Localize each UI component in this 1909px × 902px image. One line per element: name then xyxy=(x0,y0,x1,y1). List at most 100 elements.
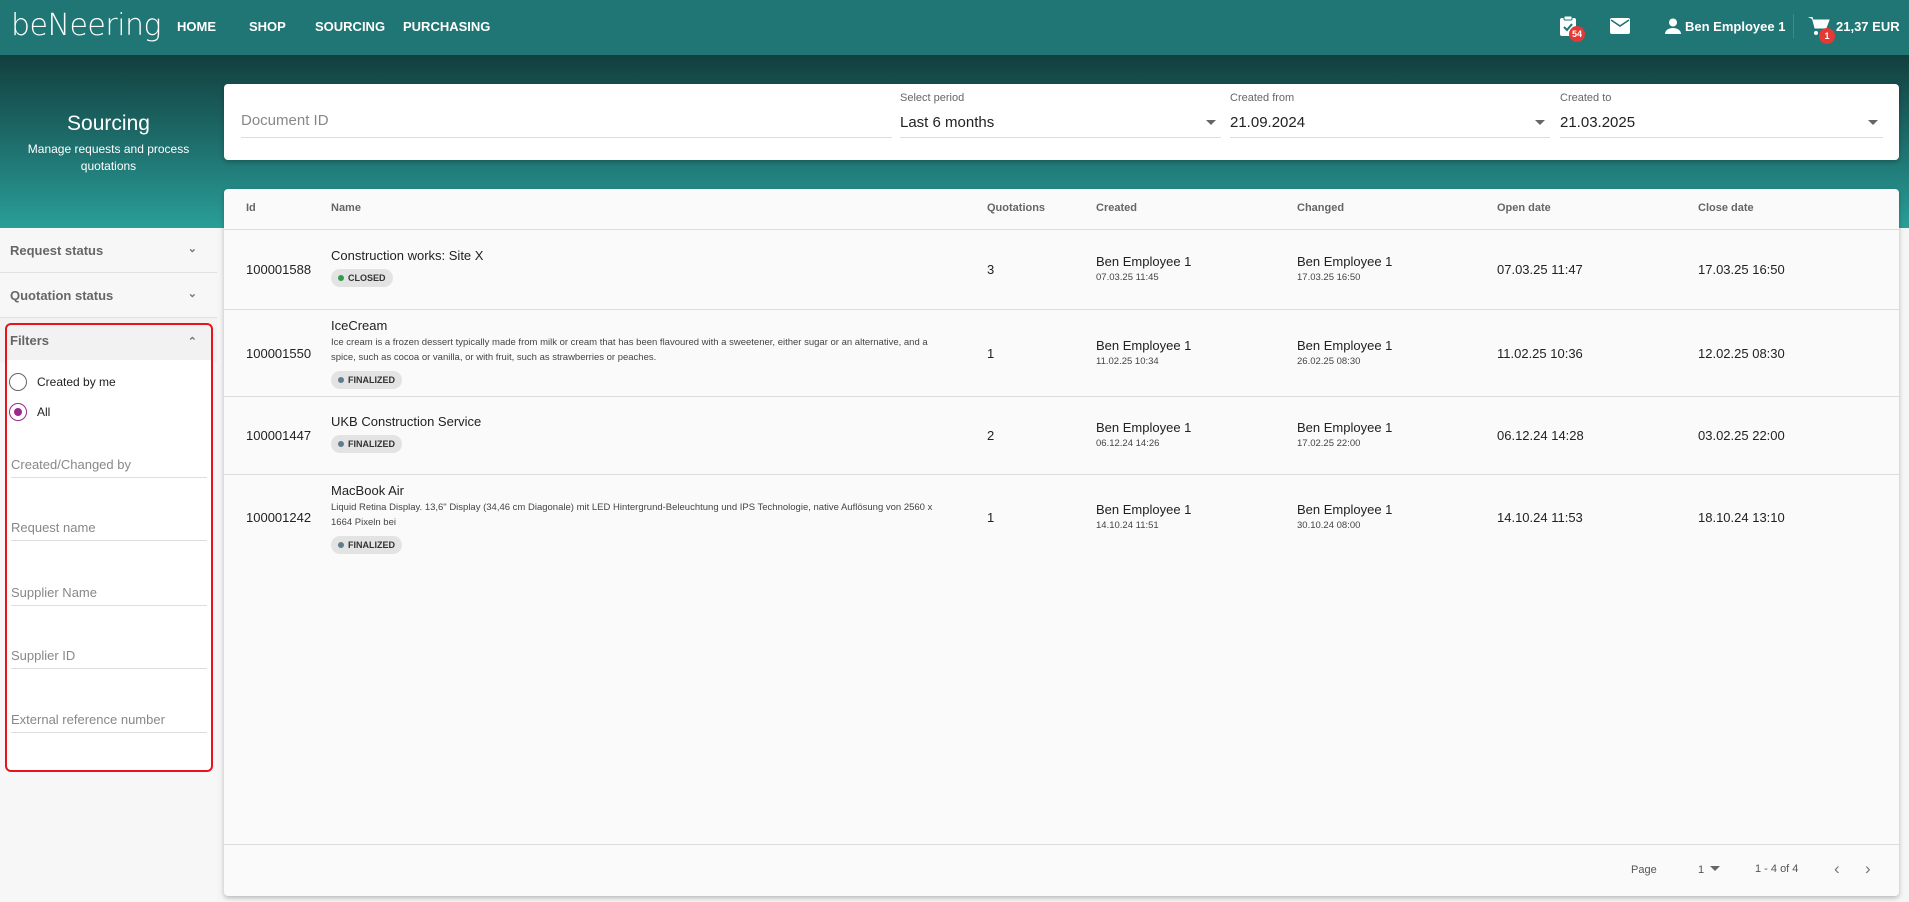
divider xyxy=(1793,14,1794,38)
request-status-accordion[interactable]: Request status ⌄ xyxy=(0,228,217,273)
created-to-value: 21.03.2025 xyxy=(1560,114,1636,131)
table-row[interactable]: 100001588 Construction works: Site X CLO… xyxy=(224,229,1899,309)
tasks-clipboard-icon[interactable]: 54 xyxy=(1557,15,1585,42)
search-card: Document ID Select period Last 6 months … xyxy=(224,84,1899,160)
created-by: Ben Employee 1 xyxy=(1096,420,1192,435)
status-badge: CLOSED xyxy=(331,269,393,287)
status-badge: FINALIZED xyxy=(331,371,402,389)
row-close-date: 03.02.25 22:00 xyxy=(1698,428,1785,443)
caret-down-icon xyxy=(1206,120,1216,125)
page-subtitle: Manage requests and process quotations xyxy=(27,142,190,173)
status-dot-icon xyxy=(338,441,344,447)
row-name-cell: MacBook Air Liquid Retina Display. 13,6"… xyxy=(331,483,941,554)
changed-by: Ben Employee 1 xyxy=(1297,254,1393,269)
created-at: 07.03.25 11:45 xyxy=(1096,272,1159,283)
table-row[interactable]: 100001242 MacBook Air Liquid Retina Disp… xyxy=(224,474,1899,559)
chevron-down-icon: ⌄ xyxy=(187,288,197,300)
logo[interactable]: beNeering xyxy=(11,8,162,43)
row-id[interactable]: 100001447 xyxy=(246,428,311,443)
row-open-date: 14.10.24 11:53 xyxy=(1497,509,1583,525)
status-dot-icon xyxy=(338,542,344,548)
col-open-date[interactable]: Open date xyxy=(1497,202,1551,214)
status-badge: FINALIZED xyxy=(331,536,402,554)
row-name[interactable]: UKB Construction Service xyxy=(331,414,481,429)
row-quotations: 1 xyxy=(987,345,995,361)
col-quotations[interactable]: Quotations xyxy=(987,202,1045,214)
next-page-icon[interactable]: › xyxy=(1865,859,1871,879)
row-description: Ice cream is a frozen dessert typically … xyxy=(331,337,928,363)
user-icon[interactable] xyxy=(1662,15,1684,37)
nav-sourcing[interactable]: SOURCING xyxy=(315,19,385,34)
created-at: 06.12.24 14:26 xyxy=(1096,438,1160,449)
changed-at: 26.02.25 08:30 xyxy=(1297,355,1361,367)
row-name-cell: Construction works: Site X CLOSED xyxy=(331,248,483,287)
changed-at: 17.03.25 16:50 xyxy=(1297,272,1361,283)
col-id[interactable]: Id xyxy=(246,202,256,214)
row-changed: Ben Employee 1 30.10.24 08:00 xyxy=(1297,502,1392,531)
row-id[interactable]: 100001242 xyxy=(246,510,311,525)
created-to-label: Created to xyxy=(1560,92,1612,104)
row-id[interactable]: 100001588 xyxy=(246,262,311,277)
quotation-status-accordion[interactable]: Quotation status ⌄ xyxy=(0,273,217,318)
status-dot-icon xyxy=(338,275,344,281)
row-quotations: 2 xyxy=(987,428,995,443)
divider xyxy=(224,844,1899,845)
page-select[interactable]: 1 xyxy=(1698,864,1721,876)
cart-total[interactable]: 21,37 EUR xyxy=(1836,19,1900,34)
changed-by: Ben Employee 1 xyxy=(1297,337,1393,353)
caret-down-icon xyxy=(1535,120,1545,125)
row-changed: Ben Employee 1 17.03.25 16:50 xyxy=(1297,254,1392,283)
status-text: FINALIZED xyxy=(348,439,395,449)
chevron-down-icon: ⌄ xyxy=(187,243,197,255)
row-name[interactable]: Construction works: Site X xyxy=(331,248,483,263)
mail-icon[interactable] xyxy=(1609,15,1631,37)
top-bar: beNeering HOME SHOP SOURCING PURCHASING … xyxy=(0,0,1909,55)
col-changed[interactable]: Changed xyxy=(1297,202,1344,214)
row-name[interactable]: MacBook Air xyxy=(331,483,941,498)
user-name[interactable]: Ben Employee 1 xyxy=(1685,19,1785,34)
changed-by: Ben Employee 1 xyxy=(1297,501,1393,517)
page-value: 1 xyxy=(1698,864,1705,876)
row-changed: Ben Employee 1 26.02.25 08:30 xyxy=(1297,338,1392,367)
row-open-date: 11.02.25 10:36 xyxy=(1497,345,1583,361)
row-quotations: 1 xyxy=(987,509,995,525)
highlight-box xyxy=(5,323,213,772)
period-value: Last 6 months xyxy=(900,114,995,131)
created-from-select[interactable]: Created from 21.09.2024 xyxy=(1230,92,1550,138)
row-name-cell: UKB Construction Service FINALIZED xyxy=(331,414,481,453)
row-created: Ben Employee 1 11.02.25 10:34 xyxy=(1096,338,1191,367)
row-created: Ben Employee 1 06.12.24 14:26 xyxy=(1096,420,1191,449)
document-id-placeholder: Document ID xyxy=(241,112,329,129)
created-from-value: 21.09.2024 xyxy=(1230,114,1306,131)
col-name[interactable]: Name xyxy=(331,202,361,214)
created-by: Ben Employee 1 xyxy=(1096,337,1192,353)
changed-at: 30.10.24 08:00 xyxy=(1297,519,1361,531)
request-status-label: Request status xyxy=(10,243,104,258)
status-text: FINALIZED xyxy=(348,540,395,550)
row-name[interactable]: IceCream xyxy=(331,318,941,333)
row-close-date: 18.10.24 13:10 xyxy=(1698,509,1785,525)
requests-table: Id Name Quotations Created Changed Open … xyxy=(224,189,1899,896)
document-id-input[interactable]: Document ID xyxy=(241,104,892,138)
nav-purchasing[interactable]: PURCHASING xyxy=(403,19,490,34)
row-id[interactable]: 100001550 xyxy=(246,346,311,361)
col-created[interactable]: Created xyxy=(1096,202,1137,214)
table-row[interactable]: 100001550 IceCream Ice cream is a frozen… xyxy=(224,309,1899,396)
row-created: Ben Employee 1 07.03.25 11:45 xyxy=(1096,254,1191,283)
cart-icon[interactable]: 1 xyxy=(1808,15,1835,44)
row-open-date: 06.12.24 14:28 xyxy=(1497,428,1584,443)
period-label: Select period xyxy=(900,92,965,104)
page-label: Page xyxy=(1631,864,1657,876)
col-close-date[interactable]: Close date xyxy=(1698,202,1754,214)
nav-shop[interactable]: SHOP xyxy=(249,19,286,34)
nav-home[interactable]: HOME xyxy=(177,19,216,34)
created-at: 14.10.24 11:51 xyxy=(1096,519,1159,531)
period-select[interactable]: Select period Last 6 months xyxy=(900,92,1221,138)
changed-at: 17.02.25 22:00 xyxy=(1297,438,1361,449)
created-to-select[interactable]: Created to 21.03.2025 xyxy=(1560,92,1883,138)
row-close-date: 12.02.25 08:30 xyxy=(1698,345,1785,361)
row-quotations: 3 xyxy=(987,262,995,277)
table-row[interactable]: 100001447 UKB Construction Service FINAL… xyxy=(224,396,1899,474)
prev-page-icon[interactable]: ‹ xyxy=(1834,859,1840,879)
caret-down-icon xyxy=(1868,120,1878,125)
